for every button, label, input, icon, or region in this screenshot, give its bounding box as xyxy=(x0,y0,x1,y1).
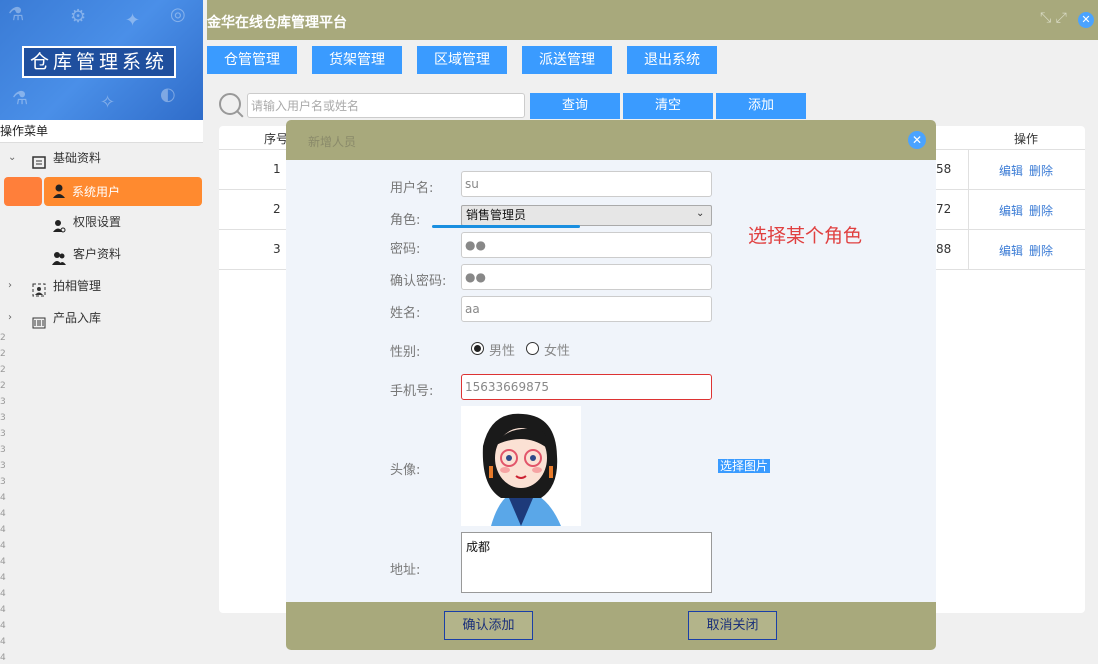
planet-icon: ◐ xyxy=(160,84,176,105)
row-value: 72 xyxy=(936,202,952,216)
sidebar-item-label: 权限设置 xyxy=(73,215,122,229)
add-button[interactable]: 添加 xyxy=(716,93,806,119)
gender-female-label: 女性 xyxy=(544,344,571,359)
gender-female-radio[interactable] xyxy=(526,342,539,355)
atom-icon: ✧ xyxy=(100,92,116,113)
username-label: 用户名: xyxy=(390,181,434,196)
password-field[interactable]: ●● xyxy=(461,232,712,258)
sidebar-item-system-user[interactable]: 系统用户 xyxy=(44,177,202,206)
confirm-password-field[interactable]: ●● xyxy=(461,264,712,290)
choose-image-button[interactable]: 选择图片 xyxy=(718,459,771,473)
phone-label: 手机号: xyxy=(390,384,434,399)
sidebar-item-label: 系统用户 xyxy=(72,185,121,199)
name-label: 姓名: xyxy=(390,306,421,321)
edit-link[interactable]: 编辑 xyxy=(999,162,1023,179)
active-indicator xyxy=(4,177,42,206)
username-field[interactable]: su xyxy=(461,171,712,197)
nav-delivery[interactable]: 派送管理 xyxy=(522,46,612,74)
gear-icon: ⚙ xyxy=(70,6,87,27)
science-icon: ⚗ xyxy=(8,4,25,25)
gender-male-label: 男性 xyxy=(489,344,516,359)
globe-icon: ◎ xyxy=(170,4,186,25)
gender-male-radio[interactable] xyxy=(471,342,484,355)
chevron-down-icon: ⌄ xyxy=(8,152,17,163)
edit-link[interactable]: 编辑 xyxy=(999,202,1023,219)
annotation-underline xyxy=(432,225,580,228)
row-value: 58 xyxy=(936,162,952,176)
chevron-right-icon: › xyxy=(8,280,12,291)
users-icon xyxy=(52,247,66,265)
scroll-ruler: 222233333344444444444 xyxy=(0,333,6,663)
row-index: 2 xyxy=(273,202,281,216)
expand-icon[interactable]: ⤡ ⤢ xyxy=(1040,10,1067,26)
sidebar-item-permissions[interactable]: 权限设置 xyxy=(0,208,203,236)
barcode-icon xyxy=(32,311,46,329)
nav-warehouse[interactable]: 仓管管理 xyxy=(207,46,297,74)
sidebar-group-inbound[interactable]: › 产品入库 xyxy=(0,304,203,332)
sidebar-item-label: 客户资料 xyxy=(73,247,122,261)
nav-area[interactable]: 区域管理 xyxy=(417,46,507,74)
dialog-footer xyxy=(286,602,936,650)
clear-button[interactable]: 清空 xyxy=(623,93,713,119)
close-icon[interactable]: ✕ xyxy=(908,131,926,149)
row-value: 88 xyxy=(936,242,952,256)
header-action: 操作 xyxy=(1014,132,1039,146)
confirm-password-label: 确认密码: xyxy=(390,274,447,289)
sidebar-group-label: 产品入库 xyxy=(53,311,102,325)
sidebar-group-label: 基础资料 xyxy=(53,151,102,165)
user-icon xyxy=(52,184,66,201)
delete-link[interactable]: 删除 xyxy=(1029,162,1053,179)
edit-link[interactable]: 编辑 xyxy=(999,242,1023,259)
chevron-down-icon: ⌄ xyxy=(696,208,705,219)
camera-icon xyxy=(32,279,46,297)
name-field[interactable]: aa xyxy=(461,296,712,322)
folder-icon xyxy=(32,151,46,169)
delete-link[interactable]: 删除 xyxy=(1029,202,1053,219)
address-textarea[interactable]: 成都 xyxy=(461,532,712,593)
gender-label: 性别: xyxy=(390,345,421,360)
delete-link[interactable]: 删除 xyxy=(1029,242,1053,259)
key-user-icon xyxy=(52,215,66,233)
bulb-icon: ✦ xyxy=(125,10,141,31)
dialog-title: 新增人员 xyxy=(308,135,357,149)
nav-shelf[interactable]: 货架管理 xyxy=(312,46,402,74)
annotation-text: 选择某个角色 xyxy=(748,225,863,247)
logo-title: 仓库管理系统 xyxy=(22,46,177,78)
nav-logout[interactable]: 退出系统 xyxy=(627,46,717,74)
sidebar-group-basic[interactable]: ⌄ 基础资料 xyxy=(0,144,203,172)
row-index: 3 xyxy=(273,242,281,256)
avatar-label: 头像: xyxy=(390,463,421,478)
close-icon[interactable]: ✕ xyxy=(1078,12,1094,28)
column-divider xyxy=(968,150,969,269)
sidebar-title: 操作菜单 xyxy=(0,120,203,143)
app-title: 金华在线仓库管理平台 xyxy=(207,15,347,31)
query-button[interactable]: 查询 xyxy=(530,93,620,119)
sidebar-group-photo[interactable]: › 拍相管理 xyxy=(0,272,203,300)
avatar xyxy=(461,406,581,526)
sidebar-item-customers[interactable]: 客户资料 xyxy=(0,240,203,268)
confirm-add-button[interactable]: 确认添加 xyxy=(444,611,533,640)
dialog-header xyxy=(286,120,936,160)
search-input[interactable]: 请输入用户名或姓名 xyxy=(247,93,525,118)
role-label: 角色: xyxy=(390,213,421,228)
chevron-right-icon: › xyxy=(8,312,12,323)
flask-icon: ⚗ xyxy=(12,88,29,109)
address-label: 地址: xyxy=(390,563,421,578)
sidebar-group-label: 拍相管理 xyxy=(53,279,102,293)
role-select[interactable]: 销售管理员 xyxy=(461,205,712,226)
password-label: 密码: xyxy=(390,242,421,257)
row-index: 1 xyxy=(273,162,281,176)
phone-field[interactable]: 15633669875 xyxy=(461,374,712,400)
header-index: 序号 xyxy=(264,132,289,146)
search-icon xyxy=(219,93,241,115)
cancel-close-button[interactable]: 取消关闭 xyxy=(688,611,777,640)
